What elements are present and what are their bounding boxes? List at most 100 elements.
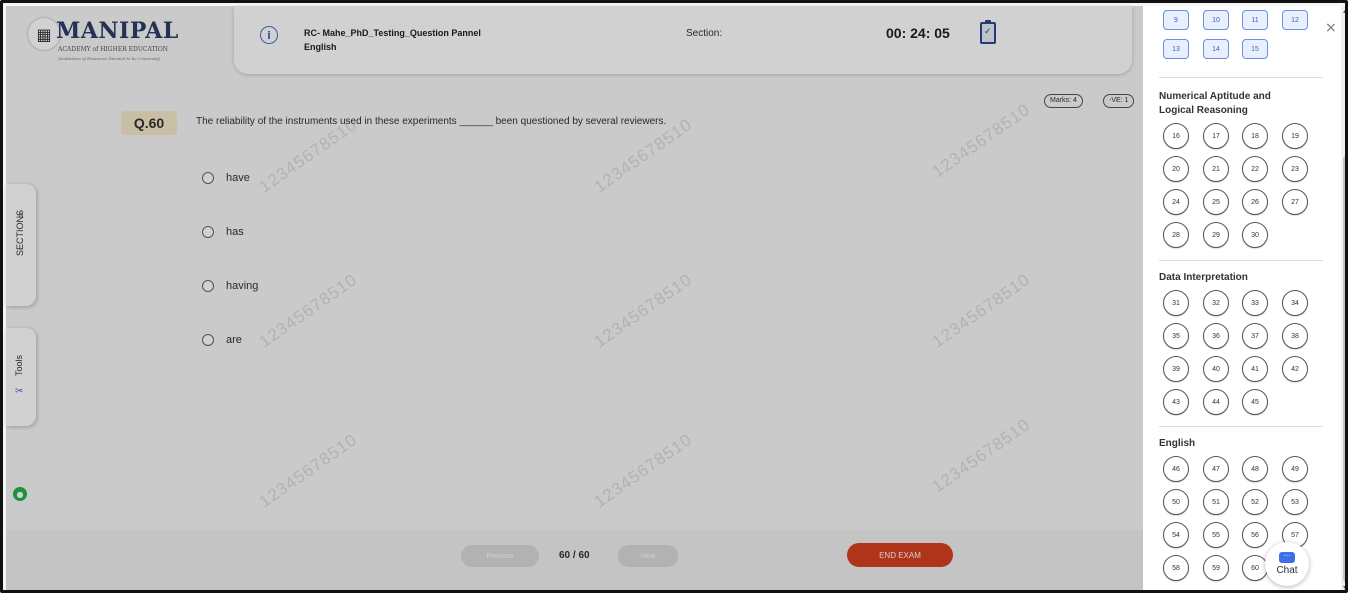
manipal-logo: ▦ MANIPAL ACADEMY of HIGHER EDUCATION (I… [24,12,178,67]
info-icon[interactable]: i [260,26,278,44]
scroll-thumb[interactable] [1343,156,1345,582]
palette-item[interactable]: 51 [1203,489,1229,515]
palette-item[interactable]: 45 [1242,389,1268,415]
divider [1159,77,1323,78]
modal-overlay [6,6,1143,590]
question-text: The reliability of the instruments used … [196,116,667,127]
palette-scrollbar[interactable] [1341,6,1345,590]
radio-button[interactable] [202,172,214,184]
watermark: 12345678510 [255,429,361,512]
palette-item[interactable]: 11 [1242,10,1268,30]
palette-item[interactable]: 9 [1163,10,1189,30]
option-label: having [226,280,259,292]
tools-tab[interactable]: Tools ✂ [6,328,36,426]
palette-item[interactable]: 46 [1163,456,1189,482]
scroll-up-icon[interactable] [1343,8,1345,13]
end-exam-button[interactable]: END EXAM [847,543,953,567]
watermark: 12345678510 [590,114,696,197]
palette-item[interactable]: 36 [1203,323,1229,349]
watermark: 12345678510 [255,114,361,197]
palette-item[interactable]: 56 [1242,522,1268,548]
palette-item[interactable]: 17 [1203,123,1229,149]
chat-label: Chat [1276,565,1298,576]
palette-item[interactable]: 49 [1282,456,1308,482]
palette-item[interactable]: 52 [1242,489,1268,515]
palette-item[interactable]: 37 [1242,323,1268,349]
watermark: 12345678510 [928,99,1034,182]
radio-button[interactable] [202,334,214,346]
palette-item[interactable]: 42 [1282,356,1308,382]
option-a[interactable]: have [202,172,250,184]
palette-item[interactable]: 15 [1242,39,1268,59]
palette-item[interactable]: 29 [1203,222,1229,248]
option-b[interactable]: has [202,226,244,238]
palette-item[interactable]: 14 [1203,39,1229,59]
section-label: Section: [686,28,723,39]
scroll-down-icon[interactable] [1343,586,1345,590]
radio-button[interactable] [202,280,214,292]
palette-item[interactable]: 47 [1203,456,1229,482]
palette-item[interactable]: 20 [1163,156,1189,182]
palette-item[interactable]: 24 [1163,189,1189,215]
palette-item[interactable]: 35 [1163,323,1189,349]
option-c[interactable]: having [202,280,258,292]
palette-item[interactable]: 21 [1203,156,1229,182]
palette-item[interactable]: 18 [1242,123,1268,149]
watermark: 12345678510 [590,269,696,352]
screen-frame: ▦ MANIPAL ACADEMY of HIGHER EDUCATION (I… [0,0,1348,593]
palette-item[interactable]: 23 [1282,156,1308,182]
camera-icon: ● [13,487,27,501]
next-button[interactable]: Next [618,545,678,567]
divider [1159,260,1323,261]
palette-item[interactable]: 16 [1163,123,1189,149]
palette-item[interactable]: 22 [1242,156,1268,182]
palette-item[interactable]: 13 [1163,39,1189,59]
palette-item[interactable]: 48 [1242,456,1268,482]
palette-item[interactable]: 41 [1242,356,1268,382]
palette-item[interactable]: 54 [1163,522,1189,548]
section-title-english: English [1159,438,1196,449]
palette-item[interactable]: 60 [1242,555,1268,581]
logo-brand: MANIPAL [56,18,179,44]
marks-badge: Marks: 4 [1044,94,1083,108]
palette-item[interactable]: 55 [1203,522,1229,548]
palette-item[interactable]: 59 [1203,555,1229,581]
sections-tab[interactable]: SECTIONS > [6,184,36,306]
exam-header: i RC- Mahe_PhD_Testing_Question Pannel E… [234,6,1132,74]
palette-item[interactable]: 34 [1282,290,1308,316]
palette-item[interactable]: 12 [1282,10,1308,30]
palette-item[interactable]: 33 [1242,290,1268,316]
palette-item[interactable]: 44 [1203,389,1229,415]
exam-timer: 00: 24: 05 [886,25,950,41]
option-d[interactable]: are [202,334,242,346]
palette-item[interactable]: 25 [1203,189,1229,215]
palette-item[interactable]: 26 [1242,189,1268,215]
logo-tagline: (Institution of Eminence Deemed to be Un… [58,56,161,61]
palette-item[interactable]: 43 [1163,389,1189,415]
previous-button[interactable]: Previous [461,545,539,567]
palette-item[interactable]: 58 [1163,555,1189,581]
option-label: are [226,334,242,346]
palette-item[interactable]: 32 [1203,290,1229,316]
palette-item[interactable]: 31 [1163,290,1189,316]
watermark: 12345678510 [928,269,1034,352]
palette-item[interactable]: 28 [1163,222,1189,248]
watermark: 12345678510 [590,429,696,512]
tools-label: Tools [14,354,24,376]
palette-item[interactable]: 30 [1242,222,1268,248]
chat-button[interactable]: ··· Chat [1265,542,1309,586]
palette-item[interactable]: 38 [1282,323,1308,349]
palette-item[interactable]: 19 [1282,123,1308,149]
palette-item[interactable]: 53 [1282,489,1308,515]
palette-item[interactable]: 27 [1282,189,1308,215]
palette-item[interactable]: 10 [1203,10,1229,30]
palette-item[interactable]: 39 [1163,356,1189,382]
palette-item[interactable]: 40 [1203,356,1229,382]
clipboard-icon[interactable] [980,20,996,44]
palette-item[interactable]: 50 [1163,489,1189,515]
chevron-right-icon: > [16,212,26,218]
option-label: have [226,172,250,184]
exam-subject: English [304,42,337,52]
close-icon[interactable]: × [1325,20,1337,36]
radio-button[interactable] [202,226,214,238]
